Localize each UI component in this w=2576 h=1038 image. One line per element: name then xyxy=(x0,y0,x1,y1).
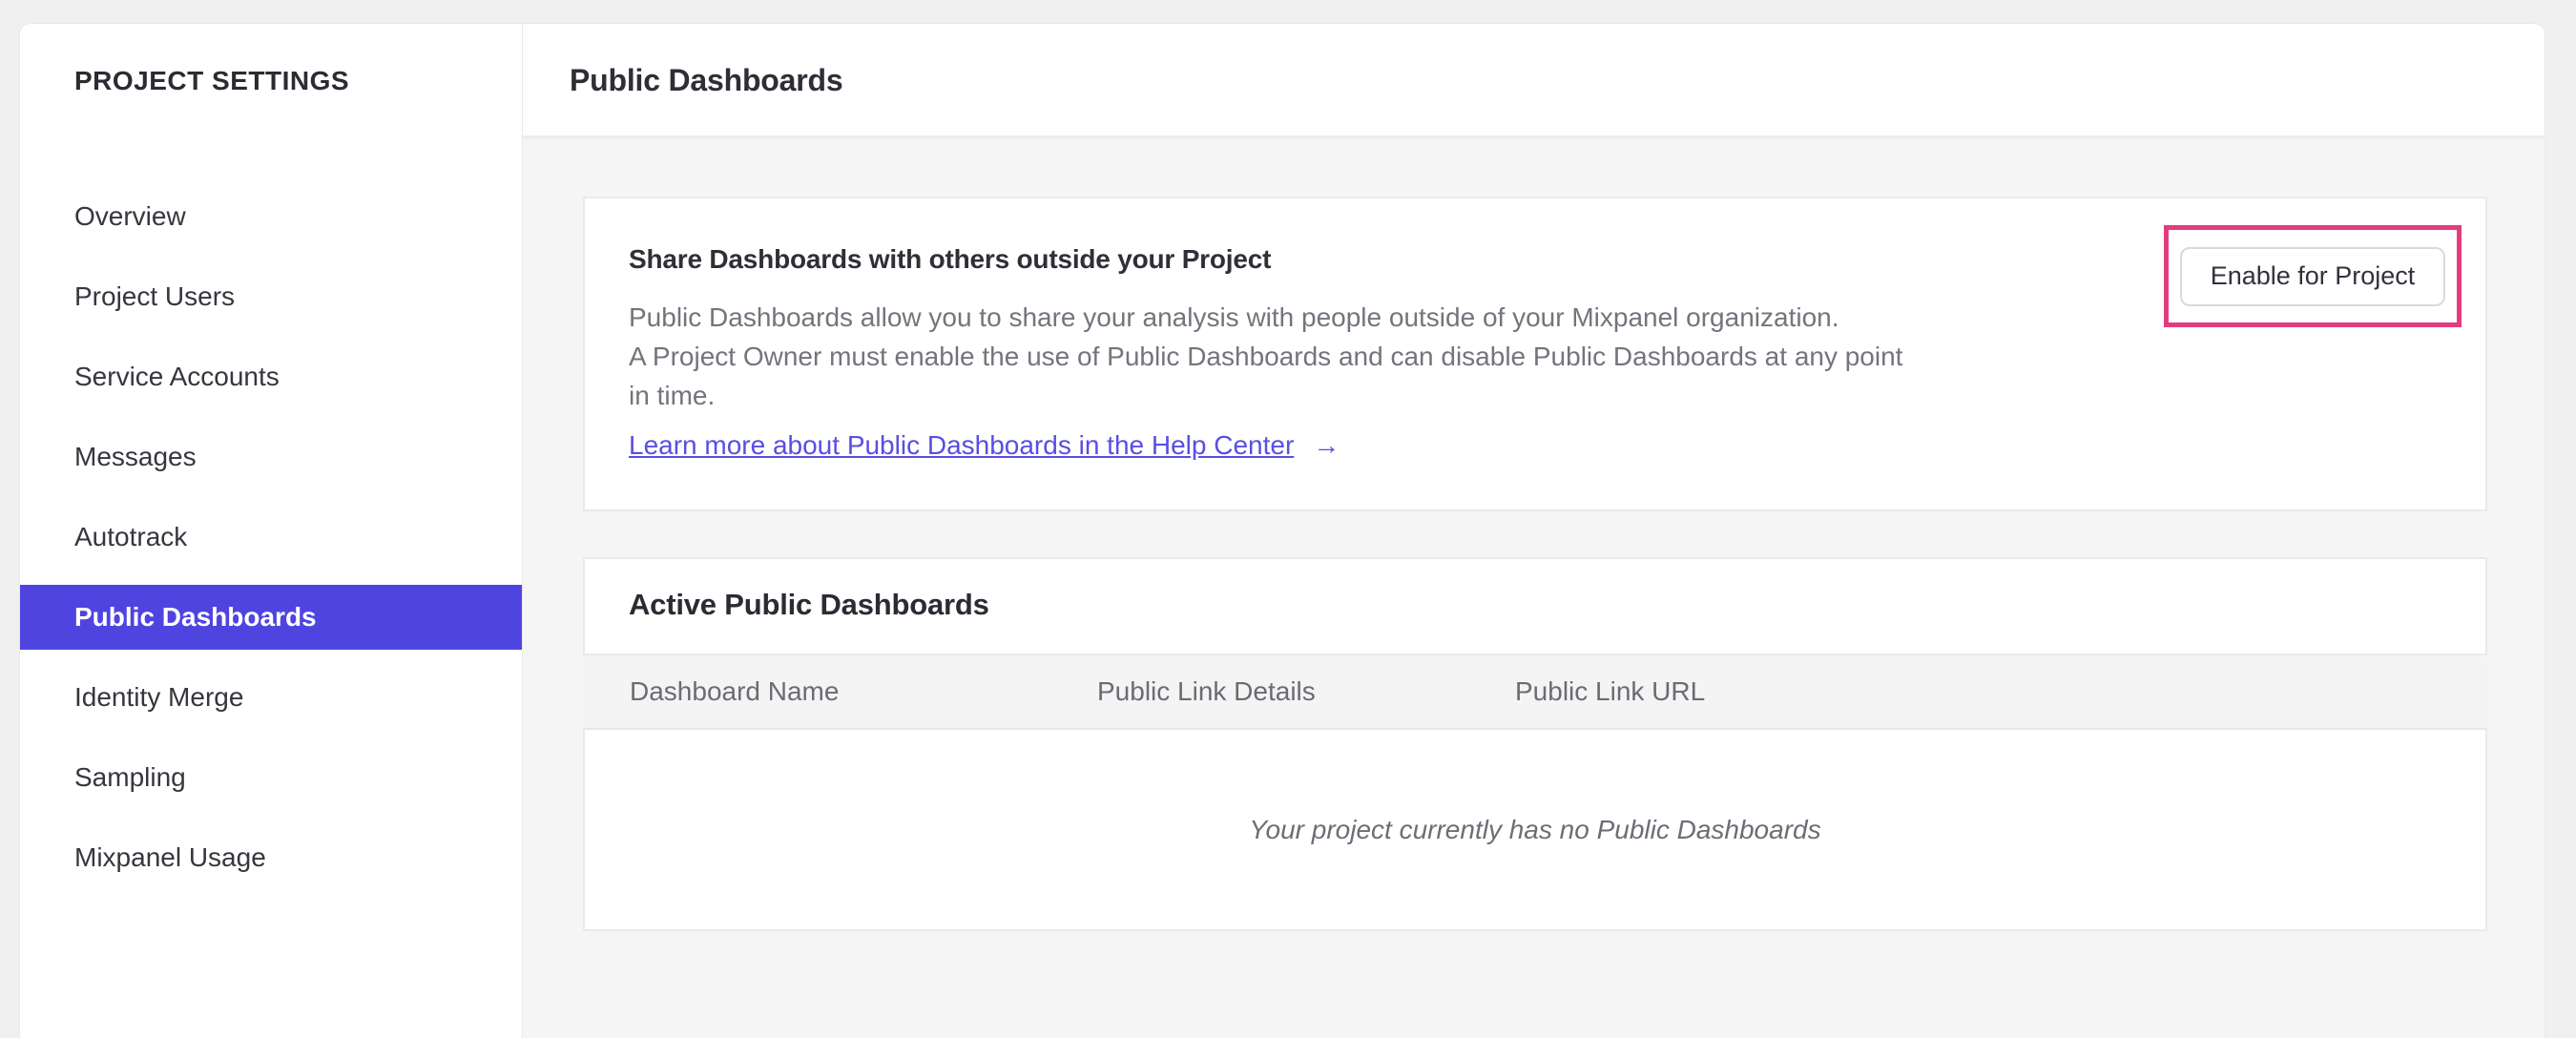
description-line: Public Dashboards allow you to share you… xyxy=(629,302,1839,332)
description-line: in time. xyxy=(629,381,716,410)
settings-panel: PROJECT SETTINGS Overview Project Users … xyxy=(19,23,2545,1038)
column-header-public-link-url: Public Link URL xyxy=(1515,676,1706,706)
sidebar-item-autotrack[interactable]: Autotrack xyxy=(20,505,522,570)
active-dashboards-card: Active Public Dashboards Dashboard Name … xyxy=(583,557,2487,931)
sidebar-nav: Overview Project Users Service Accounts … xyxy=(20,184,522,905)
share-card-heading: Share Dashboards with others outside you… xyxy=(629,244,1272,274)
description-line: A Project Owner must enable the use of P… xyxy=(629,342,1903,371)
main-header: Public Dashboards xyxy=(523,23,2545,137)
enable-for-project-button[interactable]: Enable for Project xyxy=(2180,246,2445,306)
share-card-description: Public Dashboards allow you to share you… xyxy=(629,298,1902,415)
table-header-row: Dashboard Name Public Link Details Publi… xyxy=(583,654,2487,730)
main-content: Share Dashboards with others outside you… xyxy=(523,139,2545,1038)
active-card-heading: Active Public Dashboards xyxy=(629,588,989,621)
sidebar-item-identity-merge[interactable]: Identity Merge xyxy=(20,665,522,730)
annotation-highlight-box: Enable for Project xyxy=(2164,225,2462,327)
sidebar-item-project-users[interactable]: Project Users xyxy=(20,264,522,329)
learn-more-link-label[interactable]: Learn more about Public Dashboards in th… xyxy=(629,430,1294,460)
column-header-dashboard-name: Dashboard Name xyxy=(630,676,840,706)
sidebar-item-public-dashboards[interactable]: Public Dashboards xyxy=(20,585,522,650)
sidebar: PROJECT SETTINGS Overview Project Users … xyxy=(19,23,523,1038)
learn-more-link[interactable]: Learn more about Public Dashboards in th… xyxy=(629,430,1340,460)
sidebar-item-messages[interactable]: Messages xyxy=(20,425,522,489)
learn-more-row: Learn more about Public Dashboards in th… xyxy=(629,430,1340,461)
arrow-right-icon: → xyxy=(1313,430,1340,460)
sidebar-item-overview[interactable]: Overview xyxy=(20,184,522,249)
sidebar-item-service-accounts[interactable]: Service Accounts xyxy=(20,344,522,409)
column-header-public-link-details: Public Link Details xyxy=(1097,676,1316,706)
sidebar-item-sampling[interactable]: Sampling xyxy=(20,745,522,810)
sidebar-item-mixpanel-usage[interactable]: Mixpanel Usage xyxy=(20,825,522,890)
empty-state-message: Your project currently has no Public Das… xyxy=(1249,814,1821,844)
empty-state: Your project currently has no Public Das… xyxy=(585,730,2485,929)
sidebar-title: PROJECT SETTINGS xyxy=(74,66,350,95)
share-dashboards-card: Share Dashboards with others outside you… xyxy=(583,197,2487,511)
page-title: Public Dashboards xyxy=(570,63,843,97)
